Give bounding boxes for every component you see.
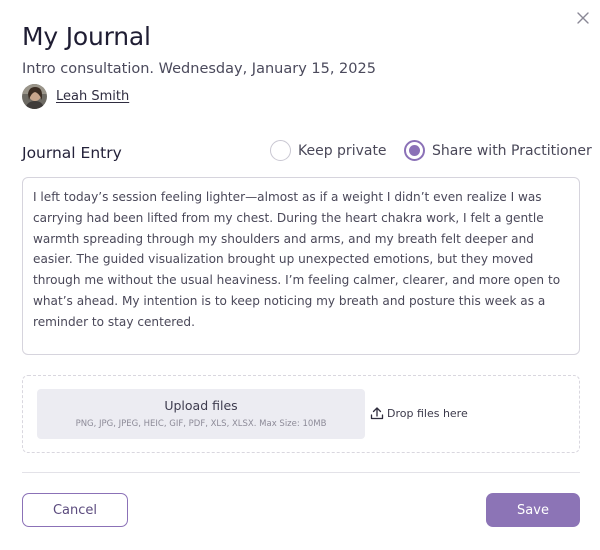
journal-entry-textarea[interactable]: I left today’s session feeling lighter—a… — [22, 177, 580, 355]
drop-files-hint: Drop files here — [370, 406, 468, 420]
close-icon[interactable] — [575, 10, 591, 26]
share-with-practitioner-label: Share with Practitioner — [432, 142, 592, 159]
upload-icon — [370, 407, 384, 420]
file-dropzone[interactable]: Upload files PNG, JPG, JPEG, HEIC, GIF, … — [22, 375, 580, 453]
user-name-link[interactable]: Leah Smith — [56, 89, 129, 104]
divider — [22, 472, 580, 473]
save-button[interactable]: Save — [486, 493, 580, 527]
page-title: My Journal — [22, 22, 151, 51]
upload-files-button[interactable]: Upload files PNG, JPG, JPEG, HEIC, GIF, … — [37, 389, 365, 439]
session-subtitle: Intro consultation. Wednesday, January 1… — [22, 61, 376, 77]
user-info: Leah Smith — [22, 84, 129, 109]
cancel-button[interactable]: Cancel — [22, 493, 128, 527]
keep-private-label: Keep private — [298, 142, 387, 159]
avatar — [22, 84, 47, 109]
share-with-practitioner-radio[interactable] — [404, 140, 425, 161]
upload-files-hint: PNG, JPG, JPEG, HEIC, GIF, PDF, XLS, XLS… — [75, 419, 327, 429]
journal-entry-label: Journal Entry — [22, 144, 122, 162]
keep-private-radio[interactable] — [270, 140, 291, 161]
upload-files-label: Upload files — [164, 398, 238, 413]
share-with-practitioner-option[interactable]: Share with Practitioner — [404, 140, 592, 161]
keep-private-option[interactable]: Keep private — [270, 140, 387, 161]
drop-files-label: Drop files here — [387, 406, 468, 420]
